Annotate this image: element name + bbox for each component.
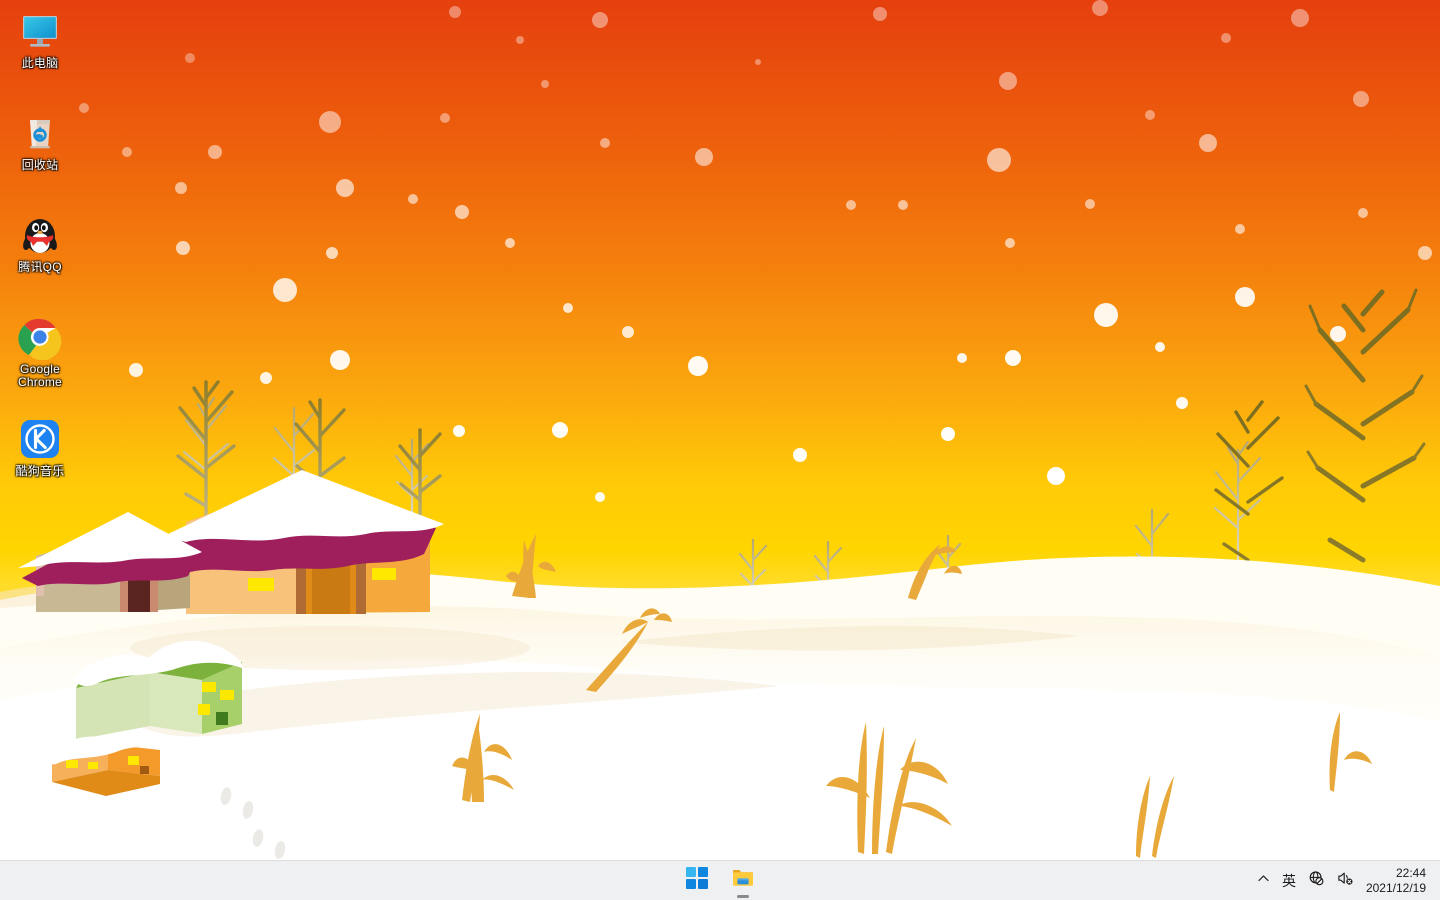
- globe-disconnected-icon: [1308, 870, 1325, 892]
- file-explorer-button[interactable]: [723, 863, 763, 899]
- clock[interactable]: 22:44 2021/12/19: [1360, 863, 1436, 899]
- recycle-bin-icon: [17, 110, 63, 156]
- ime-icon: 英: [1281, 874, 1296, 890]
- desktop-icon-grid: 此电脑 回收站 腾讯QQ Google Chrome 酷狗音乐: [0, 0, 90, 860]
- desktop-icon-label: 此电脑: [21, 56, 59, 70]
- desktop-icon-label: 回收站: [21, 158, 59, 172]
- monitor-icon: [17, 8, 63, 54]
- chrome-icon: [17, 314, 63, 361]
- desktop-wallpaper[interactable]: [0, 0, 1440, 860]
- ime-indicator-button[interactable]: 英: [1276, 863, 1302, 899]
- desktop-icon-label: Google Chrome: [18, 362, 62, 389]
- windows-logo-icon: [686, 867, 708, 894]
- desktop-icon-label: 酷狗音乐: [15, 464, 65, 478]
- folder-icon: [731, 866, 755, 895]
- start-button[interactable]: [677, 863, 717, 899]
- desktop-icon-label: 腾讯QQ: [18, 260, 62, 274]
- desktop-icon-google-chrome[interactable]: Google Chrome: [2, 314, 78, 388]
- taskbar-center-group: [677, 861, 763, 900]
- kugou-icon: [17, 416, 63, 462]
- chevron-up-icon: [1257, 872, 1270, 890]
- qq-penguin-icon: [17, 212, 63, 258]
- volume-status-button[interactable]: [1331, 863, 1360, 899]
- show-hidden-icons-button[interactable]: [1251, 863, 1276, 899]
- desktop-icon-this-pc[interactable]: 此电脑: [2, 8, 78, 70]
- taskbar[interactable]: 英 22:44 2021/12/19: [0, 860, 1440, 900]
- running-indicator: [737, 894, 749, 898]
- speaker-muted-icon: [1337, 870, 1354, 892]
- clock-date: 2021/12/19: [1365, 881, 1426, 895]
- system-tray: 英 22:44 2021/12/19: [1251, 861, 1440, 900]
- desktop-icon-recycle-bin[interactable]: 回收站: [2, 110, 78, 172]
- desktop-icon-kugou-music[interactable]: 酷狗音乐: [2, 416, 78, 478]
- clock-time: 22:44: [1395, 866, 1426, 880]
- desktop-icon-tencent-qq[interactable]: 腾讯QQ: [2, 212, 78, 274]
- network-status-button[interactable]: [1302, 863, 1331, 899]
